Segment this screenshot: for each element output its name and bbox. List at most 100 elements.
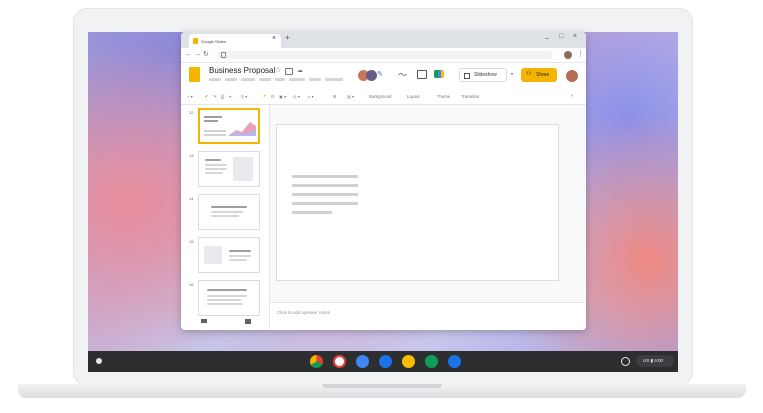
tab-close-icon[interactable]: × [272,35,276,42]
forward-icon[interactable]: → [194,50,201,60]
text-box-icon[interactable]: ⊡ [271,94,275,99]
collaborator-avatar[interactable] [366,70,377,81]
tab-strip: Google Slides × + _ □ × [181,32,586,48]
line-icon[interactable]: ↘ ▾ [307,94,314,99]
slide-thumbnail[interactable] [198,194,260,230]
add-icon[interactable]: + ▾ [187,94,193,99]
close-window-button[interactable]: × [573,33,577,40]
shape-icon[interactable]: ◎ ▾ [293,94,300,99]
activity-trend-icon[interactable]: 〜 [398,68,407,81]
status-tray-text: US ▮ 9:00 [643,358,663,363]
thumb-line [211,206,247,208]
current-slide[interactable] [276,124,559,281]
toolbar-theme[interactable]: Theme [437,94,450,99]
laptop-notch [322,384,442,388]
thumb-line [207,299,241,301]
minimize-button[interactable]: _ [545,32,549,39]
share-button[interactable]: ⚇ Share [521,68,557,82]
slide-text-line [292,175,358,178]
slideshow-dropdown-icon[interactable]: ▾ [511,71,513,76]
slide-number: 13 [189,153,194,158]
new-tab-button[interactable]: + [285,33,290,42]
tab-google-slides[interactable]: Google Slides × [189,34,281,48]
toolbar-layout[interactable]: Layout [407,94,420,99]
reload-icon[interactable]: ↻ [203,50,209,60]
slideshow-icon [464,73,470,79]
slide-thumbnail[interactable] [198,151,260,187]
account-avatar-icon[interactable] [566,70,578,82]
redo-icon[interactable]: ↷ [213,94,217,99]
menu-bar-placeholder [209,78,221,81]
layout-grid-icon[interactable]: ▤ ▾ [347,94,354,99]
stylus-tools-icon[interactable] [621,357,630,366]
gmail-icon[interactable] [333,355,346,368]
grid-view-icon[interactable] [201,319,207,323]
thumb-line [205,172,223,174]
omnibox-bar: ← → ↻ ⋮ [181,48,586,63]
select-cursor-icon[interactable]: ➤ [263,93,267,98]
photos-icon[interactable] [379,355,392,368]
slide-filmstrip: 12 13 14 15 16 [181,105,270,330]
thumb-line [211,211,243,213]
thumb-line [211,215,239,217]
comment-icon[interactable] [417,70,427,79]
undo-icon[interactable]: ↶ [205,94,209,99]
menu-bar-placeholder [259,78,271,81]
image-icon[interactable]: ▣ ▾ [279,94,286,99]
slide-thumbnail[interactable] [198,280,260,316]
star-icon[interactable]: ☆ [275,66,281,74]
edit-pencil-icon: ✎ [377,71,383,78]
thumb-line [205,159,221,161]
thumb-line [205,168,227,170]
thumb-line [207,289,247,291]
menu-bar-placeholder [325,78,343,81]
speaker-notes-placeholder: Click to add speaker notes [277,310,331,315]
menu-bar-placeholder [241,78,255,81]
chrome-icon[interactable] [310,355,323,368]
move-icon[interactable] [285,68,293,75]
toolbar-background[interactable]: Background [369,94,391,99]
zoom-icon[interactable]: ⚲ ▾ [241,94,247,99]
tab-title: Google Slides [201,39,226,44]
thumb-line [207,295,247,297]
slide-number: 16 [189,282,194,287]
chart-thumbnail-icon [204,116,256,136]
collapse-toolbar-icon[interactable]: ˄ [571,93,573,98]
menu-bar-placeholder [289,78,305,81]
sheets-icon[interactable] [425,355,438,368]
meet-icon[interactable] [356,355,369,368]
share-people-icon: ⚇ [526,71,532,77]
menu-icon[interactable]: ⋮ [577,50,584,60]
maximize-button[interactable]: □ [559,33,563,40]
slide-thumbnail[interactable] [198,237,260,273]
comment-add-icon[interactable]: ⊞ [333,94,337,99]
profile-icon[interactable] [564,51,572,59]
files-icon[interactable] [448,355,461,368]
thumb-line [229,255,251,257]
filmstrip-view-icon[interactable] [245,319,251,324]
keep-icon[interactable] [402,355,415,368]
toolbar-transition[interactable]: Transition [461,94,479,99]
slide-number: 14 [189,196,194,201]
slideshow-label: Slideshow [474,72,497,78]
thumb-image-placeholder [233,157,253,181]
menu-bar-placeholder [309,78,321,81]
editing-toolbar: + ▾ ↶ ↷ ⎙ ⌖ ⚲ ▾ ➤ ⊡ ▣ ▾ ◎ ▾ ↘ ▾ ⊞ ▤ ▾ Ba… [187,92,580,103]
meet-icon[interactable] [434,70,444,78]
slide-text-line [292,202,358,205]
browser-window: Google Slides × + _ □ × ← → ↻ ⋮ Business… [181,32,586,330]
slides-logo-icon [189,67,200,82]
slide-thumbnail-selected[interactable] [198,108,260,144]
launcher-button[interactable] [96,358,102,364]
speaker-notes[interactable]: Click to add speaker notes [270,302,586,330]
back-icon[interactable]: ← [185,50,192,60]
slideshow-button[interactable]: Slideshow [459,68,507,82]
paint-format-icon[interactable]: ⌖ [229,94,231,99]
address-bar[interactable] [217,51,553,59]
menu-bar-placeholder [275,78,285,81]
chromeos-shelf: US ▮ 9:00 [88,351,678,372]
slides-favicon-icon [193,38,198,44]
print-icon[interactable]: ⎙ [221,94,224,99]
document-title[interactable]: Business Proposal [209,66,275,75]
slide-text-line [292,211,332,214]
